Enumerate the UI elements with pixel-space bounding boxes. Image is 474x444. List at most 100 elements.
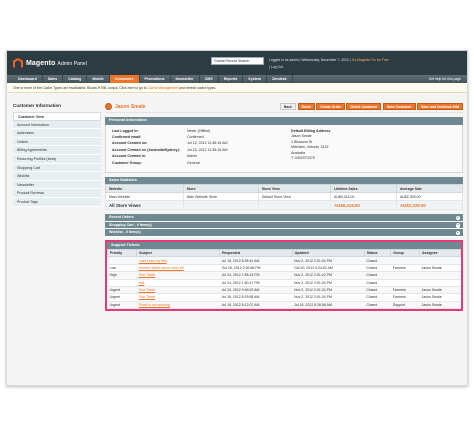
sidebar-item[interactable]: Orders [13,137,101,147]
try-magento-link[interactable]: Try Magento Go for Free [351,58,388,62]
ticket-row[interactable]: Urgent Test Ticket Jul 20, 2012 9:49:02 AM… [107,286,461,295]
tickets-column-header[interactable]: Updated [291,248,365,258]
ticket-subject-link[interactable]: I can't see my fish [139,259,167,263]
back-button[interactable]: Back [279,103,296,110]
personal-info-row: Customer Group: General [112,161,200,165]
cache-management-link[interactable]: Cache Management [148,86,179,90]
nav-item-mobile[interactable]: Mobile [87,75,110,83]
ticket-cell: Closed [364,286,391,295]
ticket-subject-link[interactable]: Email is not working [139,303,170,307]
stats-total-cell [182,200,259,210]
sidebar-item[interactable]: Recurring Profiles (beta) [13,154,101,164]
stats-column-header[interactable]: Lifetime Sales [329,184,397,193]
tickets-column-header[interactable]: Group [390,248,421,258]
stats-column-header[interactable]: Store [182,184,259,193]
reset-button[interactable]: Reset [297,103,315,110]
help-link[interactable]: Get help for this page [429,75,461,83]
ticket-subject-link[interactable]: Test Ticket [139,273,156,277]
personal-info-label: Account Created on (Australia/Sydney): [112,147,180,152]
stats-column-header[interactable]: Website [105,184,184,193]
ticket-cell: Test Ticket [136,293,220,302]
sidebar-item[interactable]: Wishlist [13,172,101,181]
create-order-button[interactable]: Create Order [316,103,345,110]
ticket-cell: Jul 15, 2012 8:28:41 AM [219,256,293,265]
ticket-cell: Another ticket about order #5 [136,264,220,273]
personal-info-label: Confirmed email: [112,134,142,139]
tickets-column-header[interactable]: Assignee [419,248,461,258]
ticket-cell [390,271,420,280]
sidebar-item[interactable]: Product Reviews [13,189,101,198]
expand-icon[interactable]: + [455,230,460,235]
sales-stats-table: Website Store Store View Lifetime Sales Aver… [105,184,464,210]
nav-item-dashboard[interactable]: Dashboard [13,75,43,83]
ticket-cell: Jul 24, 2012 1:55:24 PM [219,271,293,280]
ticket-row[interactable]: test Jul 24, 2012 1:50:47 PM Nov 2, 2012 2… [107,279,461,287]
nav-item-newsletter[interactable]: Newsletter [171,75,200,83]
ticket-cell: Low [107,264,137,273]
sidebar-item[interactable]: Shopping Cart [13,163,101,173]
customer-icon [105,103,112,110]
collapsed-section[interactable]: Wishlist - 0 item(s) + [105,229,463,237]
ticket-row[interactable]: High Test Ticket Jul 24, 2012 1:55:24 PM No… [107,271,461,280]
ticket-row[interactable]: Urgent Email is not working Jul 15, 2012 8… [107,301,461,310]
ticket-subject-link[interactable]: Another ticket about order #5 [139,266,184,270]
ticket-cell: Nov 2, 2012 2:01:22 PM [292,271,365,280]
delete-customer-button[interactable]: Delete Customer [346,103,382,110]
ticket-cell: Urgent [107,293,137,302]
sidebar-item[interactable]: Billing Agreements [13,146,101,155]
ticket-subject-link[interactable]: test [139,281,145,285]
save-customer-button[interactable]: Save Customer [382,103,416,110]
logout-link[interactable]: | Log Out [269,65,283,69]
tickets-column-header[interactable]: Requested [219,248,293,258]
sidebar-item[interactable]: Newsletter [13,180,101,190]
collapsed-section-label: Wishlist - 0 item(s) [109,230,141,234]
ticket-cell: Closed [364,256,391,265]
expand-icon[interactable]: + [455,215,460,220]
support-tickets-panel: Support Tickets Priority Subject Requested… [105,239,463,311]
save-continue-button[interactable]: Save and Continue Edit [417,103,463,110]
personal-info-label: Account Created on: [112,141,148,146]
ticket-subject-link[interactable]: Test Ticket [139,295,156,299]
collapsed-section[interactable]: Shopping Cart - 0 item(s) + [105,221,463,229]
ticket-cell: Urgent [107,286,137,295]
ticket-row[interactable]: Urgent Test Ticket Jul 16, 2012 8:29:58 AM… [107,293,461,302]
stats-total-cell: All Store Views [105,200,184,210]
ticket-subject-link[interactable]: Test Ticket [139,288,156,292]
nav-item-reports[interactable]: Reports [219,75,244,83]
ticket-cell: Jul 16, 2012 8:29:58 AM [219,293,293,302]
collapsed-section[interactable]: Recent Orders + [105,214,463,222]
personal-info-value: Jul 15, 2012 11:36:16 AM [187,147,228,152]
sidebar-item[interactable]: Product Tags [13,197,101,207]
sidebar-item[interactable]: Customer View [13,112,101,121]
nav-item-customers[interactable]: Customers [109,75,140,83]
expand-icon[interactable]: + [455,222,460,228]
title-bar: Jason Smale Back Reset Create Order Dele… [105,101,463,113]
nav-item-system[interactable]: System [243,75,268,83]
nav-item-zendesk[interactable]: Zendesk [267,75,293,83]
main-nav: Dashboard Sales Catalog Mobile Customers Prom… [7,75,467,83]
nav-item-promotions[interactable]: Promotions [140,75,171,83]
personal-info-header: Personal Information [105,117,463,125]
personal-info-row: Account Created in: Admin [112,154,197,158]
logo[interactable]: Magento Admin Panel [13,58,87,69]
ticket-cell: Jul 16, 2012 8:26:56 AM [292,301,365,310]
nav-item-sales[interactable]: Sales [43,75,64,83]
ticket-row[interactable]: Low Another ticket about order #5 Oct 26, … [107,264,461,273]
tickets-column-header[interactable]: Status [363,248,392,258]
sidebar-item[interactable]: Account Information [13,120,101,130]
tickets-column-header[interactable]: Priority [106,248,138,258]
ticket-row[interactable]: I can't see my fish Jul 15, 2012 8:28:41 … [107,256,461,265]
nav-item-cms[interactable]: CMS [200,75,219,83]
personal-info-row: Last Logged In: Never (Offline) [112,129,210,133]
ticket-cell [419,256,461,265]
sidebar-item[interactable]: Addresses [13,129,101,138]
nav-item-catalog[interactable]: Catalog [63,75,88,83]
global-search-input[interactable]: Global Record Search [211,57,264,65]
ticket-cell: Closed [364,279,391,287]
tickets-column-header[interactable]: Subject [136,248,221,258]
ticket-cell: Jul 24, 2012 1:50:47 PM [219,279,293,287]
ticket-cell [419,271,461,280]
stats-column-header[interactable]: Store View [257,184,331,193]
stats-column-header[interactable]: Average Sale [395,184,464,193]
ticket-cell [390,279,420,287]
